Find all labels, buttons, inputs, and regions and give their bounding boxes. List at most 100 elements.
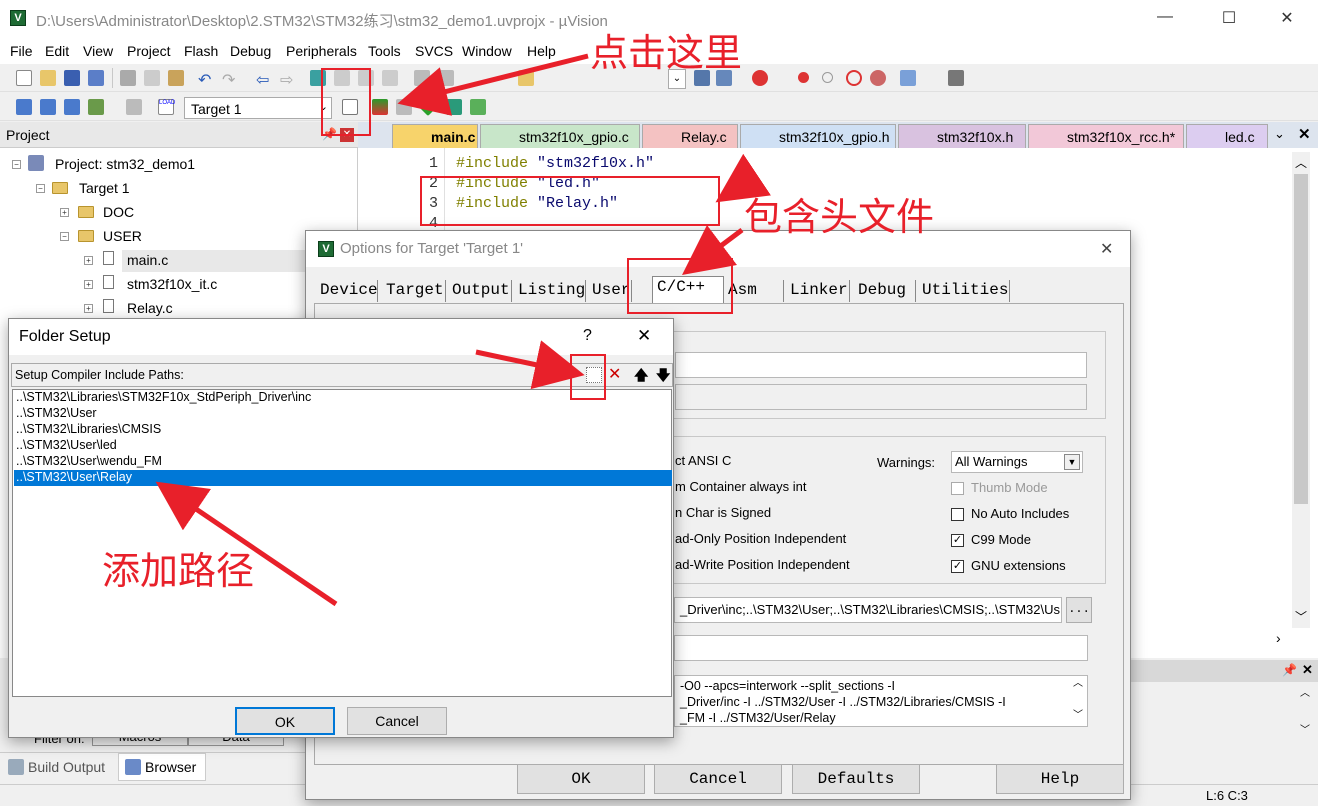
file-extensions-icon[interactable] [396, 99, 412, 115]
select-software-packs-icon[interactable] [446, 99, 462, 115]
tree-project[interactable]: Project: stm32_demo1 [55, 156, 195, 172]
folder-setup-close-button[interactable]: ✕ [637, 326, 651, 346]
tree-folder-user[interactable]: USER [103, 228, 142, 244]
breakpoint-icon[interactable] [798, 72, 809, 83]
tab-browser[interactable]: Browser [145, 759, 196, 775]
tab-listing[interactable]: Listing [514, 280, 586, 302]
panel-close-icon[interactable]: ✕ [1302, 662, 1313, 678]
expand-icon[interactable]: + [84, 256, 93, 265]
include-paths-field[interactable]: _Driver\inc;..\STM32\User;..\STM32\Libra… [674, 597, 1062, 623]
tab-main-c[interactable]: main.c [392, 124, 478, 148]
define-field[interactable] [675, 352, 1087, 378]
collapse-icon[interactable]: − [36, 184, 45, 193]
scrollbar-thumb[interactable] [1294, 174, 1308, 504]
tab-close-icon[interactable]: ✕ [1298, 125, 1311, 143]
tab-gpio-c[interactable]: stm32f10x_gpio.c [480, 124, 640, 148]
scroll-up-icon[interactable]: ︿ [1073, 676, 1083, 692]
tab-led-c[interactable]: led.c [1186, 124, 1268, 148]
c99-mode-checkbox[interactable]: ✓ [951, 534, 964, 547]
option-ropi[interactable]: ad-Only Position Independent [675, 531, 846, 546]
scroll-down-icon[interactable]: ﹀ [1073, 708, 1083, 724]
find-in-files-icon[interactable] [518, 70, 534, 86]
redo-icon[interactable]: ↷ [222, 70, 238, 89]
tab-relay-c[interactable]: Relay.c [642, 124, 738, 148]
stop-build-icon[interactable] [126, 99, 142, 115]
breakpoint-disable-icon[interactable] [822, 72, 833, 83]
configure-icon[interactable] [948, 70, 964, 86]
tab-gpio-h[interactable]: stm32f10x_gpio.h [740, 124, 896, 148]
new-file-icon[interactable] [16, 70, 32, 86]
tab-rcc-h[interactable]: stm32f10x_rcc.h* [1028, 124, 1184, 148]
folder-setup-ok-button[interactable]: OK [235, 707, 335, 735]
no-auto-includes-checkbox[interactable] [951, 508, 964, 521]
indent-icon[interactable] [414, 70, 430, 86]
tab-utilities[interactable]: Utilities [918, 280, 1010, 302]
help-button[interactable]: ? [583, 327, 592, 345]
download-icon[interactable]: LOAD [158, 99, 175, 115]
batch-build-icon[interactable] [88, 99, 104, 115]
breakpoint-kill-all-icon[interactable] [870, 70, 886, 86]
expand-icon[interactable]: + [84, 280, 93, 289]
list-item[interactable]: ..\STM32\User [14, 406, 672, 422]
collapse-icon[interactable]: − [60, 232, 69, 241]
misc-controls-field[interactable] [674, 635, 1088, 661]
tree-file-relay[interactable]: Relay.c [127, 300, 173, 316]
save-icon[interactable] [64, 70, 80, 86]
move-down-icon[interactable]: 🡇 [656, 365, 670, 389]
options-help-button[interactable]: Help [996, 764, 1124, 794]
target-select[interactable]: Target 1 ⌄ [184, 97, 332, 119]
compiler-control-string[interactable]: -O0 --apcs=interwork --split_sections -I… [674, 675, 1088, 727]
move-up-icon[interactable]: 🡅 [634, 365, 648, 389]
menu-help[interactable]: Help [527, 43, 556, 59]
list-item[interactable]: ..\STM32\Libraries\CMSIS [14, 422, 672, 438]
option-rwpi[interactable]: ad-Write Position Independent [675, 557, 850, 572]
output-scrollbar[interactable]: ︿ ﹀ [1300, 684, 1316, 744]
tab-user[interactable]: User [588, 280, 632, 302]
menu-flash[interactable]: Flash [184, 43, 218, 59]
tab-build-output[interactable]: Build Output [28, 759, 105, 775]
delete-path-icon[interactable]: ✕ [608, 364, 621, 384]
tree-folder-doc[interactable]: DOC [103, 204, 134, 220]
menu-file[interactable]: File [10, 43, 33, 59]
undo-icon[interactable]: ↶ [198, 70, 214, 89]
gnu-extensions-checkbox[interactable]: ✓ [951, 560, 964, 573]
build-icon[interactable] [40, 99, 56, 115]
tab-stm32f10x-h[interactable]: stm32f10x.h [898, 124, 1026, 148]
nav-forward-icon[interactable]: ⇨ [280, 70, 296, 89]
close-button[interactable]: ✕ [1272, 8, 1302, 28]
translate-icon[interactable] [16, 99, 32, 115]
minimize-button[interactable]: — [1150, 8, 1180, 26]
run-time-environment-icon[interactable] [470, 99, 486, 115]
breakpoint-disable-all-icon[interactable] [846, 70, 862, 86]
folder-setup-cancel-button[interactable]: Cancel [347, 707, 447, 735]
option-enum-int[interactable]: m Container always int [675, 479, 807, 494]
tree-target[interactable]: Target 1 [79, 180, 130, 196]
tab-linker[interactable]: Linker [786, 280, 850, 302]
debug-session-icon[interactable] [752, 70, 768, 86]
menu-svcs[interactable]: SVCS [415, 43, 453, 59]
pin-icon[interactable]: 📌 [1282, 663, 1297, 677]
list-item[interactable]: ..\STM32\User\wendu_FM [14, 454, 672, 470]
tab-browser-frame[interactable]: Browser [118, 753, 206, 781]
options-close-button[interactable]: ✕ [1100, 239, 1113, 259]
editor-scrollbar[interactable]: ︿ ﹀ [1292, 152, 1310, 628]
scroll-down-icon[interactable]: ﹀ [1295, 608, 1307, 625]
options-cancel-button[interactable]: Cancel [654, 764, 782, 794]
open-folder-icon[interactable] [40, 70, 56, 86]
window-layout-icon[interactable] [900, 70, 916, 86]
include-paths-browse-button[interactable]: ... [1066, 597, 1092, 623]
collapse-icon[interactable]: − [12, 160, 21, 169]
rebuild-icon[interactable] [64, 99, 80, 115]
undefine-field[interactable] [675, 384, 1087, 410]
menu-peripherals[interactable]: Peripherals [286, 43, 357, 59]
tab-target[interactable]: Target [382, 280, 446, 302]
expand-icon[interactable]: + [60, 208, 69, 217]
tab-list-icon[interactable]: ⌄ [1274, 126, 1285, 142]
tree-file-it[interactable]: stm32f10x_it.c [127, 276, 217, 292]
menu-debug[interactable]: Debug [230, 43, 271, 59]
option-strict-ansi[interactable]: ct ANSI C [675, 453, 731, 468]
tab-asm[interactable]: Asm [724, 280, 784, 302]
menu-project[interactable]: Project [127, 43, 171, 59]
tab-output[interactable]: Output [448, 280, 512, 302]
copy-icon[interactable] [144, 70, 160, 86]
